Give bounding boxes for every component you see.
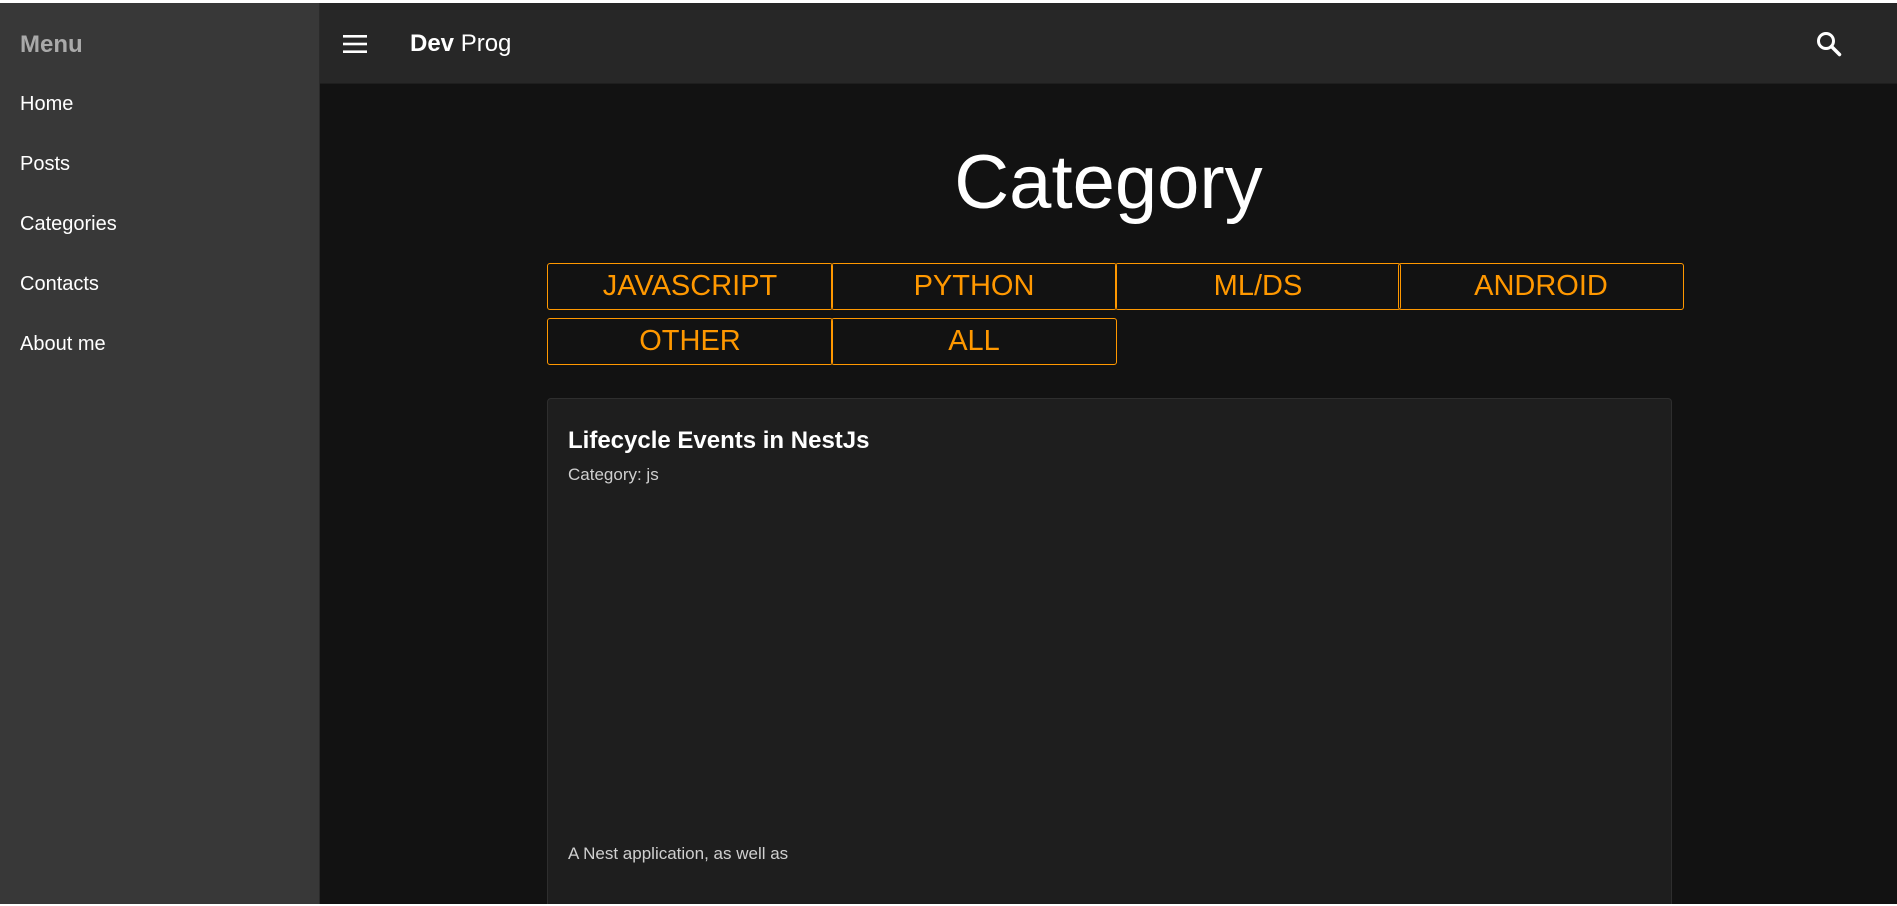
category-button-ml-ds[interactable]: ML/DS: [1115, 263, 1401, 310]
post-card[interactable]: Lifecycle Events in NestJs Category: js …: [547, 398, 1672, 904]
sidebar-item-home[interactable]: Home: [20, 93, 73, 116]
sidebar: Menu Home Posts Categories Contacts Abou…: [0, 3, 320, 904]
sidebar-item-contacts[interactable]: Contacts: [20, 273, 99, 296]
category-button-android[interactable]: ANDROID: [1398, 263, 1684, 310]
app-frame: Menu Home Posts Categories Contacts Abou…: [0, 3, 1897, 904]
brand-rest: Prog: [460, 30, 512, 57]
sidebar-item-posts[interactable]: Posts: [20, 153, 70, 176]
top-app-bar: Dev Prog: [320, 3, 1897, 84]
page-title: Category: [954, 140, 1263, 225]
category-button-javascript[interactable]: JAVASCRIPT: [547, 263, 833, 310]
brand-bold: Dev: [410, 30, 455, 57]
sidebar-title: Menu: [20, 31, 83, 58]
post-excerpt: A Nest application, as well as: [568, 844, 789, 863]
category-button-all[interactable]: ALL: [831, 318, 1117, 365]
post-category: Category: js: [568, 465, 659, 484]
sidebar-item-categories[interactable]: Categories: [20, 213, 117, 236]
post-title[interactable]: Lifecycle Events in NestJs: [568, 427, 869, 455]
brand-title[interactable]: Dev Prog: [410, 30, 511, 58]
category-button-other[interactable]: OTHER: [547, 318, 833, 365]
hamburger-icon[interactable]: [343, 34, 367, 54]
search-icon[interactable]: [1814, 29, 1844, 59]
sidebar-item-about-me[interactable]: About me: [20, 333, 106, 356]
category-button-python[interactable]: PYTHON: [831, 263, 1117, 310]
